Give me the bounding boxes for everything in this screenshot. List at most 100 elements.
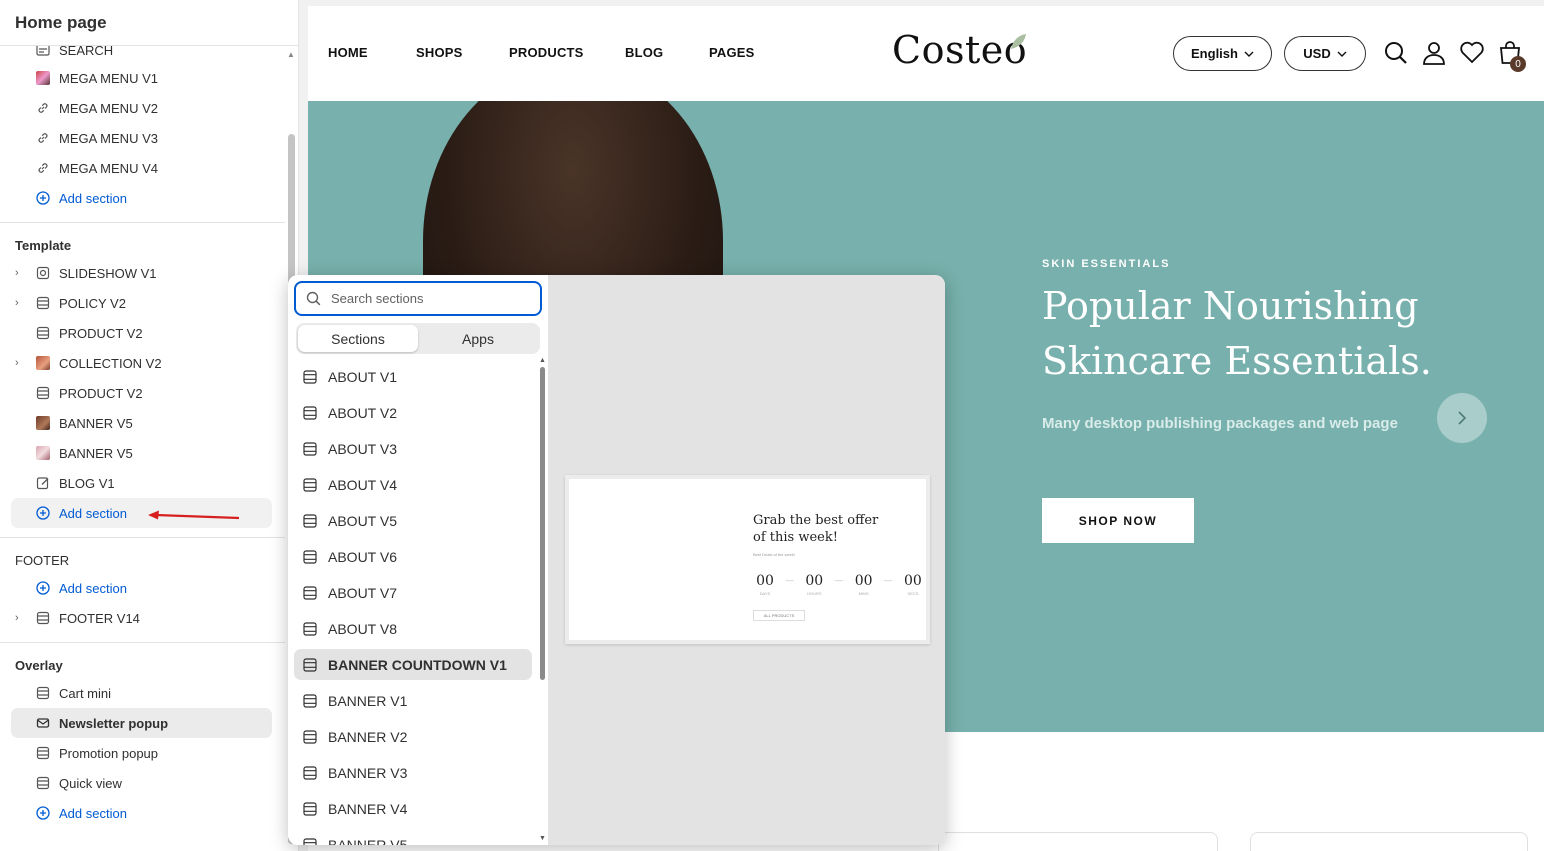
list-item-label: ABOUT V1: [328, 368, 397, 385]
section-list[interactable]: ABOUT V1 ABOUT V2 ABOUT V3 ABOUT V4 ABOU…: [288, 359, 538, 845]
banner-countdown-preview: Grab the best offer of this week! Best D…: [565, 475, 930, 644]
add-section-popover: Sections Apps ABOUT V1 ABOUT V2 ABOUT V3…: [288, 275, 945, 845]
list-item[interactable]: ABOUT V7: [294, 577, 532, 608]
account-icon[interactable]: [1421, 40, 1447, 66]
store-logo[interactable]: Costeo: [892, 28, 1027, 72]
cart-count-badge: 0: [1510, 56, 1526, 72]
unit-label: HOURS: [807, 591, 822, 596]
search-icon: [306, 291, 321, 306]
add-section-header-button[interactable]: Add section: [11, 183, 272, 213]
list-item-label: BANNER V1: [328, 692, 408, 709]
scroll-up-arrow-icon[interactable]: ▲: [539, 357, 546, 364]
section-icon: [35, 325, 51, 341]
separator: —: [785, 576, 794, 585]
list-item[interactable]: ABOUT V4: [294, 469, 532, 500]
list-item[interactable]: BANNER V2: [294, 721, 532, 752]
chevron-right-icon[interactable]: ›: [15, 297, 29, 309]
list-item-label: BANNER COUNTDOWN V1: [328, 656, 507, 673]
list-item[interactable]: BANNER V1: [294, 685, 532, 716]
scroll-up-arrow-icon[interactable]: ▲: [287, 50, 295, 59]
slide-next-button[interactable]: [1437, 393, 1487, 443]
sidebar-item-collection-v2[interactable]: › COLLECTION V2: [11, 348, 272, 378]
sidebar-item-blog-v1[interactable]: BLOG V1: [11, 468, 272, 498]
list-item-label: ABOUT V2: [328, 404, 397, 421]
sidebar-item-mega-menu-v4[interactable]: MEGA MENU V4: [11, 153, 272, 183]
scroll-down-arrow-icon[interactable]: ▼: [539, 835, 546, 842]
sidebar-item-banner-v5-b[interactable]: BANNER V5: [11, 438, 272, 468]
language-selector[interactable]: English: [1173, 36, 1272, 71]
nav-blog-link[interactable]: BLOG: [625, 45, 663, 60]
nav-shops-link[interactable]: SHOPS: [416, 45, 463, 60]
sidebar-item-promotion-popup[interactable]: Promotion popup: [11, 738, 272, 768]
section-icon: [303, 477, 317, 492]
list-item[interactable]: BANNER V3: [294, 757, 532, 788]
nav-pages-link[interactable]: PAGES: [709, 45, 755, 60]
tab-sections[interactable]: Sections: [298, 325, 418, 352]
nav-home-link[interactable]: HOME: [328, 45, 368, 60]
search-sections-field[interactable]: [294, 281, 542, 316]
list-item-label: ABOUT V6: [328, 548, 397, 565]
add-section-overlay-button[interactable]: Add section: [11, 798, 272, 828]
list-item[interactable]: ABOUT V3: [294, 433, 532, 464]
sidebar-item-slideshow-v1[interactable]: › SLIDESHOW V1: [11, 258, 272, 288]
list-item[interactable]: ABOUT V5: [294, 505, 532, 536]
slideshow-icon: [35, 265, 51, 281]
section-icon: [303, 369, 317, 384]
list-item[interactable]: ABOUT V2: [294, 397, 532, 428]
shop-now-button[interactable]: SHOP NOW: [1042, 498, 1194, 543]
section-icon: [35, 385, 51, 401]
image-thumb-icon: [35, 70, 51, 86]
sidebar-item-product-v2-b[interactable]: PRODUCT V2: [11, 378, 272, 408]
list-item[interactable]: ABOUT V6: [294, 541, 532, 572]
section-icon: [303, 585, 317, 600]
chevron-right-icon[interactable]: ›: [15, 267, 29, 279]
sidebar-item-quick-view[interactable]: Quick view: [11, 768, 272, 798]
image-thumb-icon: [35, 355, 51, 371]
image-thumb-icon: [35, 415, 51, 431]
overlay-group-title: Overlay: [15, 658, 63, 673]
sidebar-item-mega-menu-v2[interactable]: MEGA MENU V2: [11, 93, 272, 123]
section-list-scrollbar[interactable]: ▲ ▼: [539, 357, 547, 845]
section-picker: Sections Apps ABOUT V1 ABOUT V2 ABOUT V3…: [288, 275, 548, 845]
divider: [0, 222, 285, 223]
preview-subtitle: Best Deals of the week!: [753, 552, 796, 557]
sidebar-item-product-v2[interactable]: PRODUCT V2: [11, 318, 272, 348]
chevron-down-icon: [1244, 51, 1254, 57]
edit-icon: [35, 475, 51, 491]
sidebar-item-cart-mini[interactable]: Cart mini: [11, 678, 272, 708]
sidebar-item-mega-menu-v1[interactable]: MEGA MENU V1: [11, 63, 272, 93]
list-item-label: BANNER V2: [328, 728, 408, 745]
section-icon: [303, 513, 317, 528]
section-icon: [35, 295, 51, 311]
sidebar-item-banner-v5[interactable]: BANNER V5: [11, 408, 272, 438]
search-section-icon: [35, 46, 51, 58]
list-item[interactable]: BANNER V5: [294, 829, 532, 845]
chevron-right-icon[interactable]: ›: [15, 612, 29, 624]
sidebar-item-policy-v2[interactable]: › POLICY V2: [11, 288, 272, 318]
list-item-hovered[interactable]: BANNER COUNTDOWN V1: [294, 649, 532, 680]
sidebar-item-footer-v14[interactable]: › FOOTER V14: [11, 603, 272, 633]
list-item[interactable]: ABOUT V1: [294, 361, 532, 392]
sidebar-item-mega-menu-v3[interactable]: MEGA MENU V3: [11, 123, 272, 153]
section-icon: [303, 693, 317, 708]
tab-apps[interactable]: Apps: [418, 325, 538, 352]
chevron-right-icon[interactable]: ›: [15, 357, 29, 369]
add-section-footer-button[interactable]: Add section: [11, 573, 272, 603]
list-item-label: ABOUT V5: [328, 512, 397, 529]
search-sections-input[interactable]: [331, 291, 511, 306]
countdown-hours: 00: [805, 573, 824, 589]
sidebar-section-list[interactable]: SEARCH MEGA MENU V1 MEGA MENU V2 MEGA ME…: [0, 46, 285, 851]
unit-label: MINS: [858, 591, 869, 596]
currency-selector[interactable]: USD: [1284, 36, 1366, 71]
search-icon[interactable]: [1383, 40, 1409, 66]
scrollbar-thumb[interactable]: [540, 367, 545, 680]
divider: [0, 642, 285, 643]
list-item[interactable]: BANNER V4: [294, 793, 532, 824]
chevron-down-icon: [1337, 51, 1347, 57]
nav-products-link[interactable]: PRODUCTS: [509, 45, 584, 60]
wishlist-heart-icon[interactable]: [1459, 40, 1485, 66]
sidebar-item-newsletter-popup[interactable]: Newsletter popup: [11, 708, 272, 738]
section-icon: [35, 610, 51, 626]
countdown-secs: 00: [904, 573, 922, 589]
list-item[interactable]: ABOUT V8: [294, 613, 532, 644]
